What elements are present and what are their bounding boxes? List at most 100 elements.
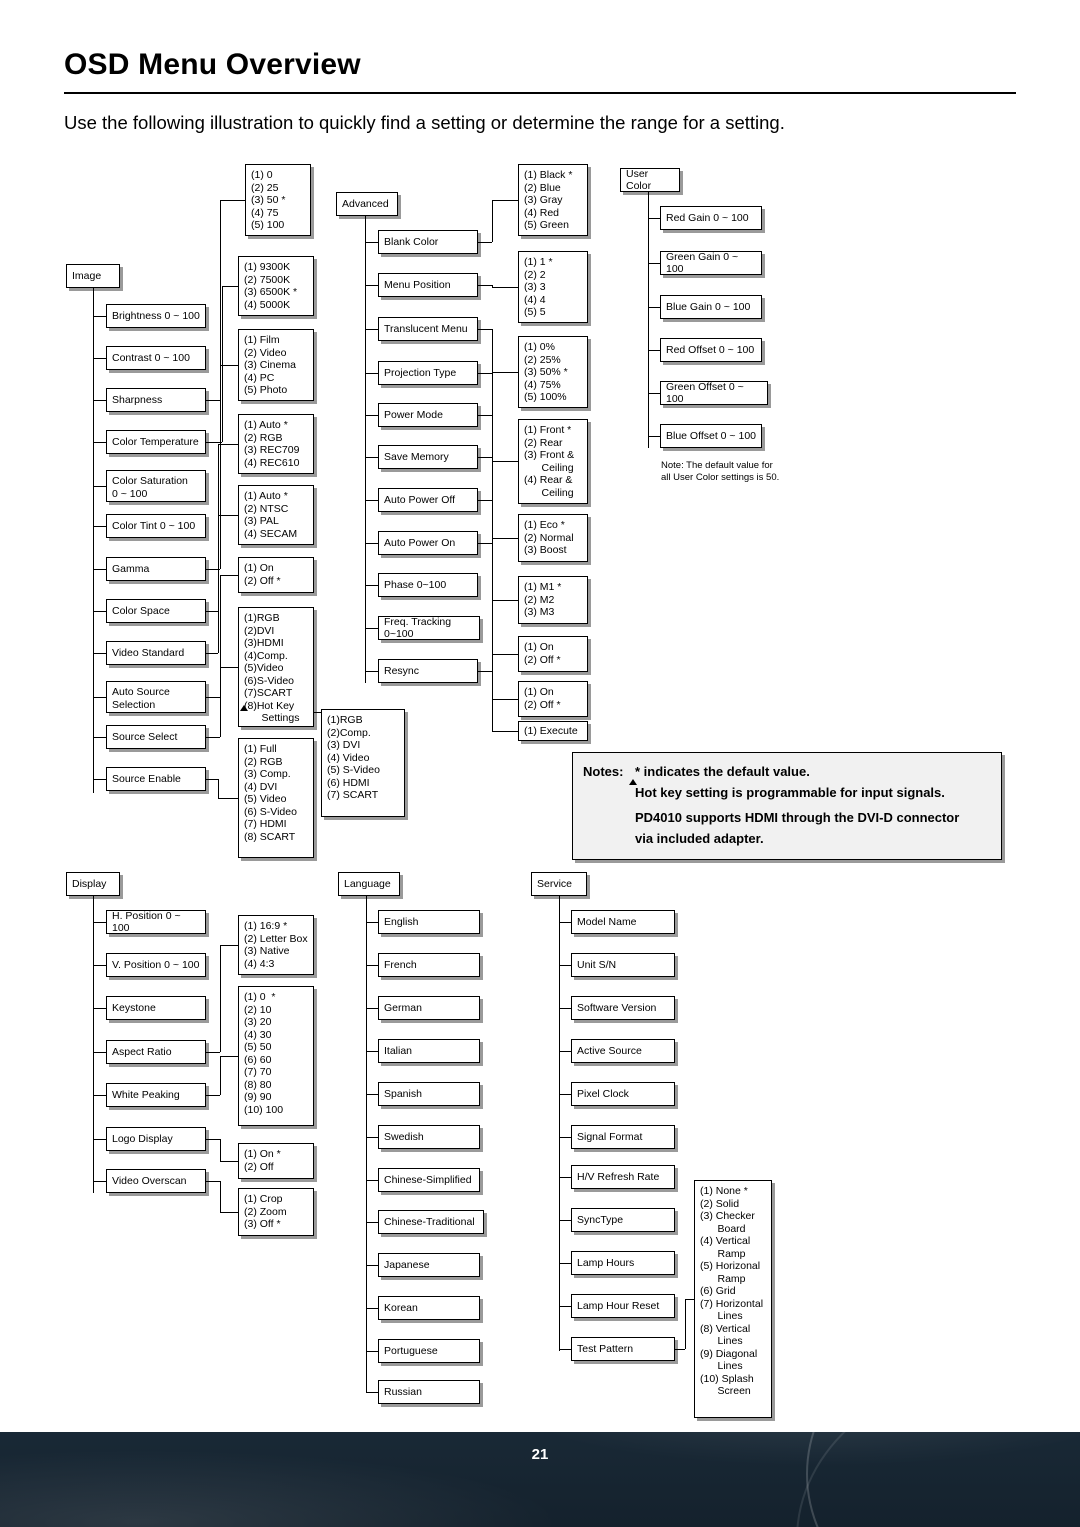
spine-image [93, 288, 94, 793]
menu-sharpness: Sharpness [106, 388, 206, 412]
menu-power-mode: Power Mode [378, 403, 478, 427]
values-white-peaking: (1) 0 * (2) 10 (3) 20 (4) 30 (5) 50 (6) … [238, 986, 314, 1126]
values-auto-power-off: (1) On (2) Off * [518, 636, 588, 672]
values-hot-key-settings: (1)RGB (2)Comp. (3) DVI (4) Video (5) S-… [321, 709, 405, 817]
menu-language-chinese-simplified: Chinese-Simplified [378, 1168, 480, 1192]
menu-green-offset: Green Offset 0 ~ 100 [660, 381, 768, 405]
values-auto-power-on: (1) On (2) Off * [518, 681, 588, 717]
values-resync: (1) Execute [518, 721, 588, 741]
menu-language-korean: Korean [378, 1296, 480, 1320]
values-logo-display: (1) On * (2) Off [238, 1143, 314, 1179]
menu-language-spanish: Spanish [378, 1082, 480, 1106]
menu-video-standard: Video Standard [106, 641, 206, 665]
menu-resync: Resync [378, 659, 478, 683]
menu-lamp-hour-reset: Lamp Hour Reset [571, 1294, 675, 1318]
root-user-color: User Color [620, 168, 680, 192]
menu-language-russian: Russian [378, 1380, 480, 1404]
values-sharpness: (1) 0 (2) 25 (3) 50 * (4) 75 (5) 100 [245, 164, 311, 236]
spine-display [93, 896, 94, 1193]
root-advanced: Advanced [336, 192, 398, 216]
root-service: Service [531, 872, 587, 896]
menu-language-english: English [378, 910, 480, 934]
values-translucent-menu: (1) 0% (2) 25% (3) 50% * (4) 75% (5) 100… [518, 336, 588, 408]
menu-contrast: Contrast 0 ~ 100 [106, 346, 206, 370]
notes-line-3: PD4010 supports HDMI through the DVI-D c… [635, 810, 960, 846]
menu-blank-color: Blank Color [378, 230, 478, 254]
menu-language-japanese: Japanese [378, 1253, 480, 1277]
menu-blue-offset: Blue Offset 0 ~ 100 [660, 424, 762, 448]
menu-unit-sn: Unit S/N [571, 953, 675, 977]
values-video-overscan: (1) Crop (2) Zoom (3) Off * [238, 1188, 314, 1236]
menu-h-position: H. Position 0 ~ 100 [106, 910, 206, 934]
values-color-space: (1) Auto * (2) RGB (3) REC709 (4) REC610 [238, 414, 314, 474]
page-root: OSD Menu Overview Use the following illu… [0, 0, 1080, 1527]
menu-software-version: Software Version [571, 996, 675, 1020]
page-number: 21 [531, 1446, 549, 1463]
values-test-pattern: (1) None * (2) Solid (3) Checker Board (… [694, 1180, 772, 1418]
notes-line-1: * indicates the default value. [635, 764, 810, 779]
menu-video-overscan: Video Overscan [106, 1169, 206, 1193]
menu-red-offset: Red Offset 0 ~ 100 [660, 338, 762, 362]
menu-pixel-clock: Pixel Clock [571, 1082, 675, 1106]
menu-projection-type: Projection Type [378, 361, 478, 385]
menu-phase: Phase 0~100 [378, 573, 478, 597]
menu-brightness: Brightness 0 ~ 100 [106, 304, 206, 328]
menu-color-saturation: Color Saturation 0 ~ 100 [106, 470, 206, 502]
menu-v-position: V. Position 0 ~ 100 [106, 953, 206, 977]
notes-box: Notes: * indicates the default value. Ho… [572, 752, 1002, 860]
values-power-mode: (1) Eco * (2) Normal (3) Boost [518, 514, 588, 562]
values-aspect-ratio: (1) 16:9 * (2) Letter Box (3) Native (4)… [238, 915, 314, 975]
menu-model-name: Model Name [571, 910, 675, 934]
menu-language-french: French [378, 953, 480, 977]
triangle-marker-icon [629, 779, 637, 785]
page-subtitle: Use the following illustration to quickl… [64, 112, 785, 133]
menu-sync-type: SyncType [571, 1208, 675, 1232]
root-language: Language [338, 872, 400, 896]
menu-language-portuguese: Portuguese [378, 1339, 480, 1363]
menu-auto-source-selection: Auto Source Selection [106, 681, 206, 713]
menu-save-memory: Save Memory [378, 445, 478, 469]
menu-auto-power-off: Auto Power Off [378, 488, 478, 512]
menu-menu-position: Menu Position [378, 273, 478, 297]
values-auto-source-selection: (1) On (2) Off * [238, 557, 314, 593]
hot-key-marker-icon [240, 705, 248, 711]
menu-keystone: Keystone [106, 996, 206, 1020]
menu-logo-display: Logo Display [106, 1127, 206, 1151]
menu-language-german: German [378, 996, 480, 1020]
menu-language-chinese-traditional: Chinese-Traditional [378, 1210, 484, 1234]
spine-advanced [365, 216, 366, 683]
values-projection-type: (1) Front * (2) Rear (3) Front & Ceiling… [518, 419, 588, 504]
values-gamma: (1) Film (2) Video (3) Cinema (4) PC (5)… [238, 329, 314, 401]
values-color-temperature: (1) 9300K (2) 7500K (3) 6500K * (4) 5000… [238, 256, 314, 316]
values-blank-color: (1) Black * (2) Blue (3) Gray (4) Red (5… [518, 164, 588, 236]
menu-red-gain: Red Gain 0 ~ 100 [660, 206, 762, 230]
menu-green-gain: Green Gain 0 ~ 100 [660, 251, 762, 275]
menu-language-italian: Italian [378, 1039, 480, 1063]
menu-language-swedish: Swedish [378, 1125, 480, 1149]
menu-active-source: Active Source [571, 1039, 675, 1063]
root-display: Display [66, 872, 120, 896]
menu-gamma: Gamma [106, 557, 206, 581]
menu-source-enable: Source Enable [106, 767, 206, 791]
menu-hv-refresh-rate: H/V Refresh Rate [571, 1165, 675, 1189]
menu-color-tint: Color Tint 0 ~ 100 [106, 514, 206, 538]
spine-user-color [648, 192, 649, 448]
root-image: Image [66, 264, 120, 288]
menu-white-peaking: White Peaking [106, 1083, 206, 1107]
values-video-standard: (1) Auto * (2) NTSC (3) PAL (4) SECAM [238, 485, 314, 545]
values-source-enable: (1) Full (2) RGB (3) Comp. (4) DVI (5) V… [238, 738, 314, 858]
menu-translucent-menu: Translucent Menu [378, 317, 478, 341]
notes-line-2: Hot key setting is programmable for inpu… [635, 785, 945, 800]
menu-test-pattern: Test Pattern [571, 1337, 675, 1361]
values-save-memory: (1) M1 * (2) M2 (3) M3 [518, 576, 588, 624]
menu-aspect-ratio: Aspect Ratio [106, 1040, 206, 1064]
values-source-select: (1)RGB (2)DVI (3)HDMI (4)Comp. (5)Video … [238, 607, 314, 727]
menu-signal-format: Signal Format [571, 1125, 675, 1149]
values-menu-position: (1) 1 * (2) 2 (3) 3 (4) 4 (5) 5 [518, 251, 588, 323]
notes-label: Notes: [583, 764, 624, 779]
spine-language [366, 896, 367, 1392]
menu-blue-gain: Blue Gain 0 ~ 100 [660, 295, 762, 319]
menu-freq-tracking: Freq. Tracking 0~100 [378, 616, 480, 640]
menu-color-space: Color Space [106, 599, 206, 623]
menu-color-temperature: Color Temperature [106, 430, 206, 454]
